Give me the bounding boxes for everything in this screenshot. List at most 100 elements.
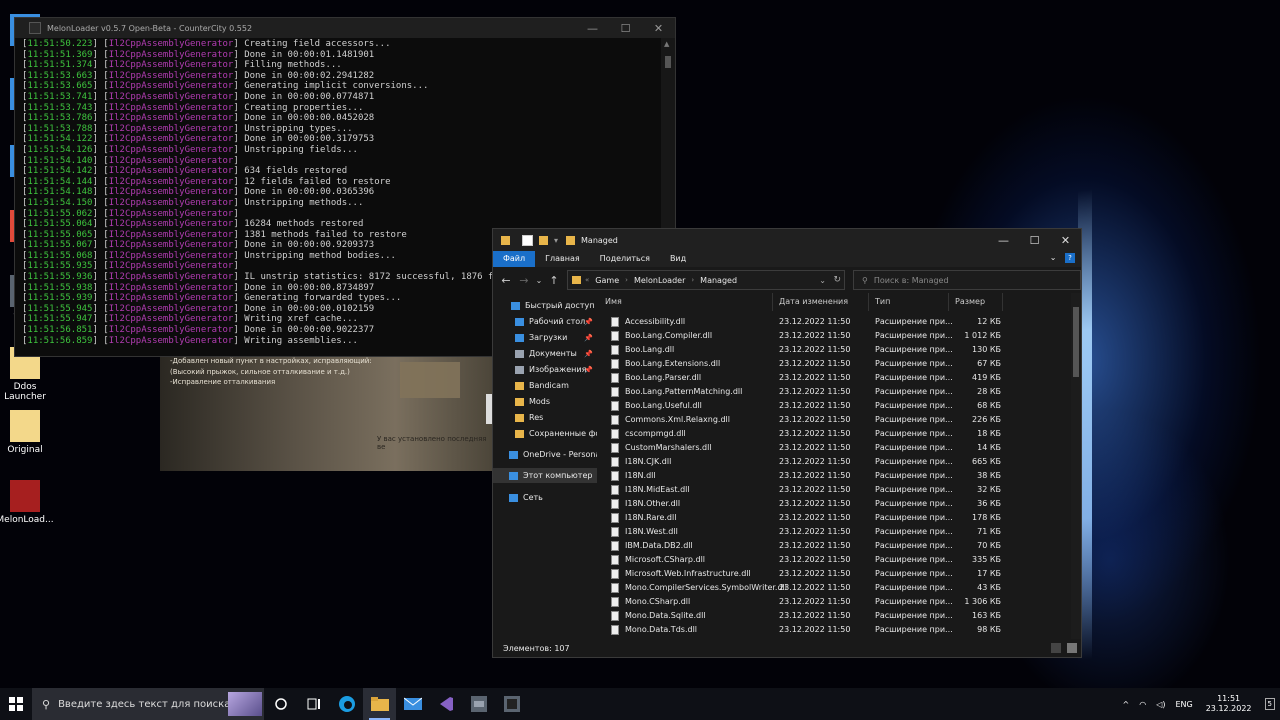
notifications-icon[interactable]: 5 [1264,698,1275,710]
file-row[interactable]: I18N.CJK.dll 23.12.2022 11:50 Расширение п… [599,455,1069,469]
maximize-icon[interactable]: ☐ [1019,234,1050,247]
up-arrow-icon[interactable]: ↑ [545,274,563,287]
file-row[interactable]: Boo.Lang.Parser.dll 23.12.2022 11:50 Расши… [599,371,1069,385]
breadcrumb-overflow-icon[interactable]: « [585,276,589,284]
volume-icon[interactable]: ◁) [1156,700,1165,709]
column-date[interactable]: Дата изменения [773,293,869,311]
navigation-pane[interactable]: Быстрый доступ Рабочий стол 📌 Загрузки 📌 Доку… [493,293,597,639]
console-titlebar[interactable]: MelonLoader v0.5.7 Open-Beta - CounterCi… [15,18,675,38]
taskbar-game[interactable] [462,688,495,720]
sidebar-item[interactable]: OneDrive - Personal [493,447,597,462]
sidebar-item[interactable]: Этот компьютер [493,468,597,483]
sidebar-item[interactable]: Рабочий стол 📌 [493,314,597,329]
sidebar-item[interactable]: Mods [493,394,597,409]
pin-icon[interactable]: 📌 [584,334,593,342]
address-bar[interactable]: « Game › MelonLoader › Managed ⌄ ↻ [567,270,845,290]
desktop-icon[interactable]: MelonLoad... [0,480,57,525]
breadcrumb-game[interactable]: Game [595,276,619,285]
console-scroll-thumb[interactable] [665,56,671,68]
file-row[interactable]: cscompmgd.dll 23.12.2022 11:50 Расширение … [599,427,1069,441]
tab-share[interactable]: Поделиться [590,251,660,267]
refresh-icon[interactable]: ↻ [833,275,841,285]
search-input[interactable]: ⚲ Поиск в: Managed [853,270,1081,290]
close-icon[interactable]: ✕ [642,22,675,35]
sidebar-item[interactable]: Документы 📌 [493,346,597,361]
clock[interactable]: 11:51 23.12.2022 [1206,694,1252,714]
file-row[interactable]: Boo.Lang.Compiler.dll 23.12.2022 11:50 Рас… [599,329,1069,343]
tab-home[interactable]: Главная [535,251,590,267]
file-row[interactable]: Boo.Lang.Extensions.dll 23.12.2022 11:50 Р… [599,357,1069,371]
chevron-right-icon[interactable]: › [625,276,628,284]
chevron-down-icon[interactable]: ⌄ [819,276,826,285]
file-list-scrollbar[interactable] [1071,293,1081,639]
tab-view[interactable]: Вид [660,251,696,267]
file-row[interactable]: Mono.CSharp.dll 23.12.2022 11:50 Расширени… [599,595,1069,609]
breadcrumb-melonloader[interactable]: MelonLoader [634,276,685,285]
maximize-icon[interactable]: ☐ [609,22,642,35]
taskbar-search-box[interactable]: ⚲ Введите здесь текст для поиска [32,688,264,720]
customize-quick-access-icon[interactable]: ▾ [554,236,558,245]
file-row[interactable]: Accessibility.dll 23.12.2022 11:50 Расшире… [599,315,1069,329]
file-row[interactable]: Boo.Lang.dll 23.12.2022 11:50 Расширение п… [599,343,1069,357]
details-view-icon[interactable] [1051,643,1061,653]
minimize-icon[interactable]: — [576,22,609,35]
pin-icon[interactable]: 📌 [584,366,593,374]
recent-locations-icon[interactable]: ⌄ [533,276,545,285]
pin-icon[interactable]: 📌 [584,350,593,358]
column-size[interactable]: Размер [949,293,1003,311]
task-view-button[interactable] [297,688,330,720]
sidebar-item[interactable]: Быстрый доступ [493,298,597,313]
close-icon[interactable]: ✕ [1050,234,1081,247]
explorer-window[interactable]: ▾ Managed — ☐ ✕ Файл Главная Поделиться … [492,228,1082,658]
help-icon[interactable]: ? [1065,253,1075,263]
file-row[interactable]: Mono.Data.Tds.dll 23.12.2022 11:50 Расшире… [599,623,1069,637]
game-window[interactable]: -Добавлен новый пункт в настройках, испр… [160,356,496,471]
explorer-titlebar[interactable]: ▾ Managed — ☐ ✕ [493,229,1081,251]
file-row[interactable]: IBM.Data.DB2.dll 23.12.2022 11:50 Расширен… [599,539,1069,553]
file-row[interactable]: CustomMarshalers.dll 23.12.2022 11:50 Расш… [599,441,1069,455]
sidebar-item[interactable]: Сохраненные фото [493,426,597,441]
minimize-icon[interactable]: — [988,234,1019,247]
pin-icon[interactable]: 📌 [584,318,593,326]
file-row[interactable]: I18N.dll 23.12.2022 11:50 Расширение при..… [599,469,1069,483]
file-row[interactable]: I18N.West.dll 23.12.2022 11:50 Расширение … [599,525,1069,539]
taskbar-mail[interactable] [396,688,429,720]
forward-arrow-icon[interactable]: → [515,274,533,287]
taskbar-console[interactable] [495,688,528,720]
scroll-up-icon[interactable]: ▲ [664,40,669,48]
taskbar-visual-studio[interactable] [429,688,462,720]
new-folder-icon[interactable] [539,235,548,245]
sidebar-item[interactable]: Сеть [493,490,597,505]
chevron-right-icon[interactable]: › [691,276,694,284]
sidebar-item[interactable]: Bandicam [493,378,597,393]
cortana-button[interactable] [264,688,297,720]
start-button[interactable] [0,688,32,720]
back-arrow-icon[interactable]: ← [497,274,515,287]
column-type[interactable]: Тип [869,293,949,311]
file-list[interactable]: Имя Дата изменения Тип Размер ^ Accessib… [599,293,1071,639]
sidebar-item[interactable]: Загрузки 📌 [493,330,597,345]
file-list-scroll-thumb[interactable] [1073,307,1079,377]
wifi-icon[interactable]: ◠ [1139,700,1146,709]
file-row[interactable]: Mono.Data.Sqlite.dll 23.12.2022 11:50 Расш… [599,609,1069,623]
file-row[interactable]: Microsoft.Web.Infrastructure.dll 23.12.20… [599,567,1069,581]
desktop-icon[interactable]: Original [0,410,57,455]
file-row[interactable]: I18N.MidEast.dll 23.12.2022 11:50 Расширен… [599,483,1069,497]
file-row[interactable]: Boo.Lang.Useful.dll 23.12.2022 11:50 Расши… [599,399,1069,413]
file-row[interactable]: I18N.Other.dll 23.12.2022 11:50 Расширение… [599,497,1069,511]
file-row[interactable]: Mono.CompilerServices.SymbolWriter.dll 23… [599,581,1069,595]
tab-file[interactable]: Файл [493,251,536,267]
properties-icon[interactable] [522,234,533,246]
chevron-up-icon[interactable]: ^ [1123,700,1130,709]
large-icons-view-icon[interactable] [1067,643,1077,653]
breadcrumb-managed[interactable]: Managed [700,276,737,285]
sidebar-item[interactable]: Изображения 📌 [493,362,597,377]
file-row[interactable]: Microsoft.CSharp.dll 23.12.2022 11:50 Расш… [599,553,1069,567]
language-indicator[interactable]: ENG [1175,700,1192,709]
expand-ribbon-icon[interactable]: ⌄ [1050,253,1057,262]
file-row[interactable]: I18N.Rare.dll 23.12.2022 11:50 Расширение … [599,511,1069,525]
column-name[interactable]: Имя [599,293,773,311]
taskbar-edge[interactable] [330,688,363,720]
file-row[interactable]: Boo.Lang.PatternMatching.dll 23.12.2022 1… [599,385,1069,399]
sidebar-item[interactable]: Res [493,410,597,425]
